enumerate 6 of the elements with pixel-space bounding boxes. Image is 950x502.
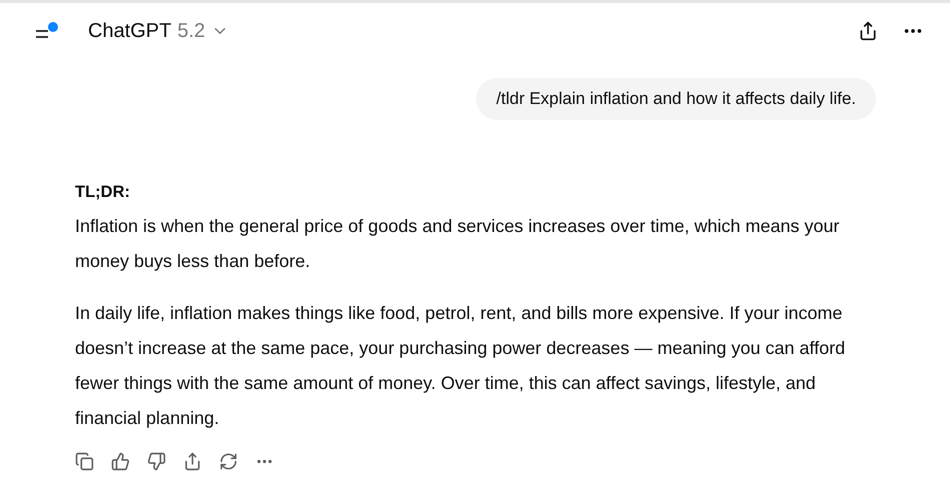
response-heading: TL;DR:	[75, 182, 131, 202]
model-selector[interactable]: ChatGPT 5.2	[88, 20, 230, 42]
response-paragraph: Inflation is when the general price of goods and services increases over time, which means your money buys less than before.	[75, 215, 840, 273]
response-paragraph: In daily life, inflation makes things like food, petrol, rent, and bills more expensive. If your income doesn’t increase at the same pace, your purchasing power decreases — meaning you can afford fewer things with the same amount of money. Over time, this can affect savings, lifestyle, and financial planning.	[75, 302, 846, 430]
share-icon[interactable]	[858, 21, 878, 41]
user-message: /tldr Explain inflation and how it affects daily life.	[476, 78, 876, 120]
